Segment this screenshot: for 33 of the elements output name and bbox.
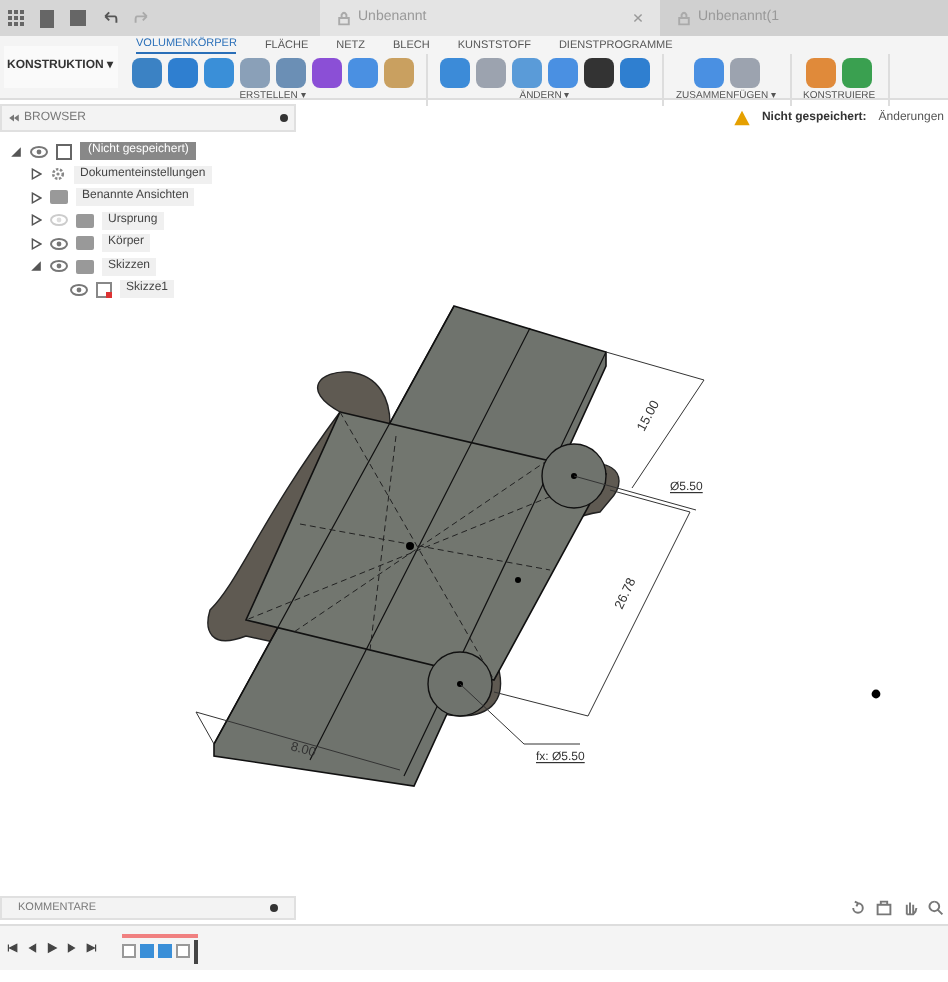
timeline-marker-icon[interactable] xyxy=(194,939,198,963)
expand-triangle-icon[interactable] xyxy=(30,237,42,250)
eye-icon[interactable] xyxy=(70,283,88,296)
expand-triangle-icon[interactable] xyxy=(30,191,42,204)
pin-icon[interactable] xyxy=(270,904,278,912)
origin-point xyxy=(871,689,881,699)
component-icon xyxy=(56,143,72,160)
collapse-triangle-icon[interactable] xyxy=(10,145,22,158)
warning-icon xyxy=(733,110,750,126)
expand-triangle-icon[interactable] xyxy=(30,214,42,227)
lock-icon xyxy=(336,10,352,26)
playback-control-icon[interactable] xyxy=(86,942,98,954)
expand-triangle-icon[interactable] xyxy=(30,168,42,181)
tool-icon[interactable] xyxy=(584,58,614,89)
collapse-panel-icon[interactable] xyxy=(8,112,20,124)
playback-control-icon[interactable] xyxy=(6,942,18,954)
eye-icon[interactable] xyxy=(50,237,68,250)
close-icon[interactable] xyxy=(632,12,644,24)
timeline-sketch-icon[interactable] xyxy=(122,944,136,958)
lock-icon xyxy=(676,10,692,26)
pan-hand-icon[interactable] xyxy=(902,900,918,916)
undo-icon[interactable] xyxy=(102,10,118,26)
collapse-triangle-icon[interactable] xyxy=(30,260,42,273)
gear-icon xyxy=(50,166,66,183)
eye-icon[interactable] xyxy=(30,145,48,158)
eye-icon[interactable] xyxy=(50,260,68,273)
grid-icon[interactable] xyxy=(8,10,24,26)
orbit-icon[interactable] xyxy=(850,900,866,916)
camera-icon[interactable] xyxy=(876,900,892,916)
pin-icon[interactable] xyxy=(280,114,288,122)
sketch-icon xyxy=(96,281,112,298)
file-icon[interactable] xyxy=(40,9,54,27)
zoom-icon[interactable] xyxy=(928,900,944,916)
